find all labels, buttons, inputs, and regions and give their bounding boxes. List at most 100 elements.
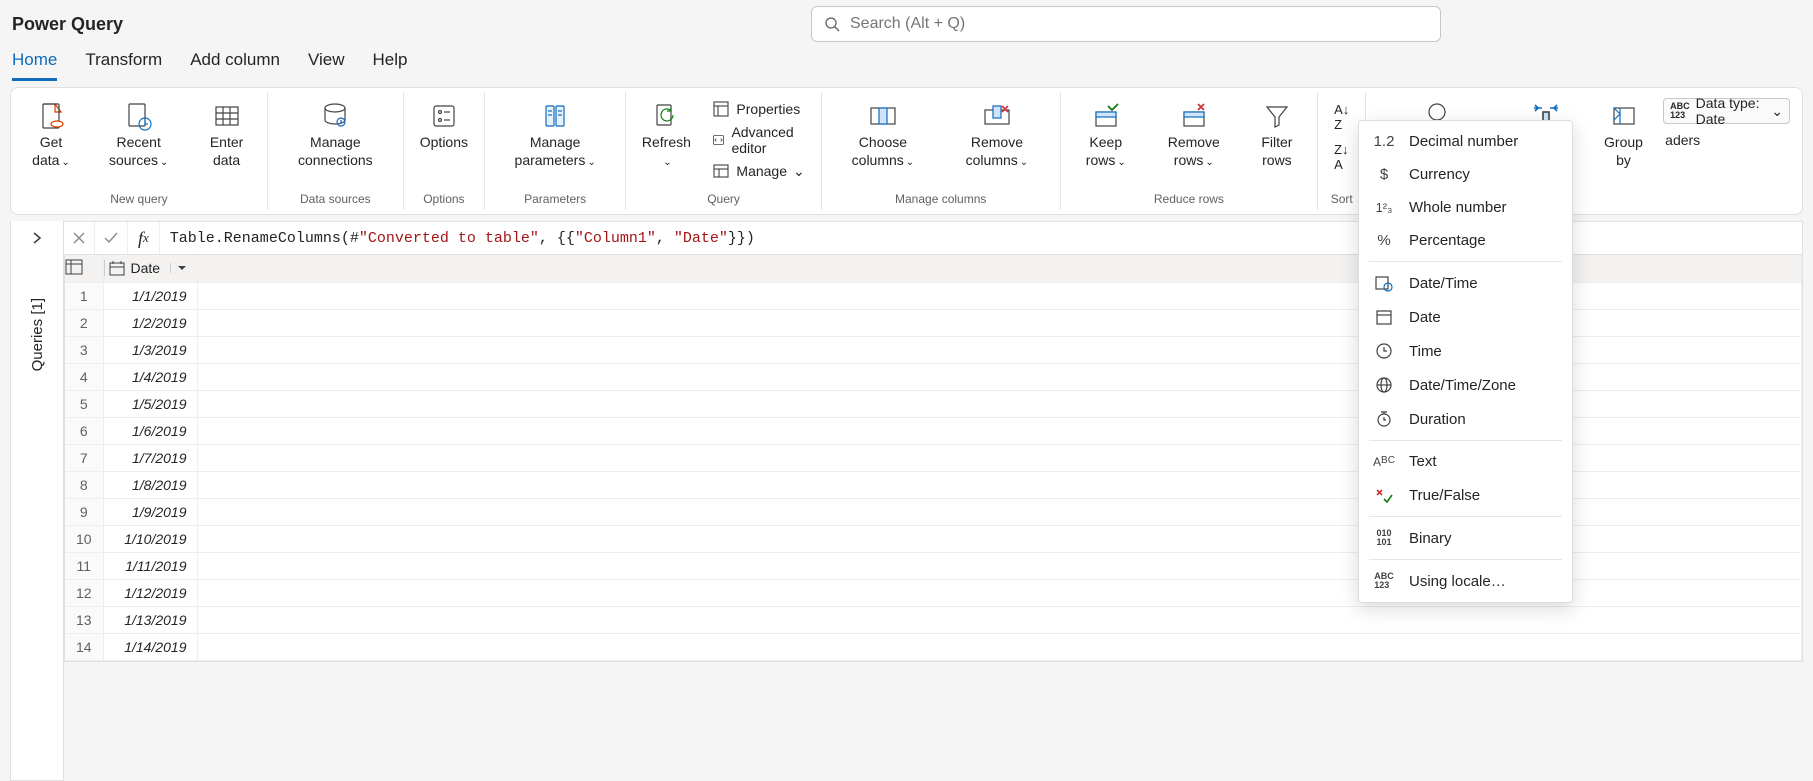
get-data-button[interactable]: Get data⌄	[19, 96, 83, 171]
type-percentage[interactable]: %Percentage	[1359, 224, 1572, 257]
queries-rail: Queries [1]	[10, 221, 64, 781]
manage-parameters-button[interactable]: Manage parameters⌄	[493, 96, 618, 171]
type-duration[interactable]: Duration	[1359, 402, 1572, 436]
type-decimal[interactable]: 1.2Decimal number	[1359, 125, 1572, 158]
keep-rows-icon	[1092, 102, 1120, 130]
sort-desc-button[interactable]: Z↓A	[1332, 140, 1351, 174]
row-index[interactable]: 10	[65, 525, 103, 552]
properties-button[interactable]: Properties	[708, 98, 808, 120]
refresh-button[interactable]: Refresh⌄	[634, 96, 698, 171]
type-currency[interactable]: $Currency	[1359, 158, 1572, 191]
row-index[interactable]: 4	[65, 363, 103, 390]
keep-rows-button[interactable]: Keep rows⌄	[1069, 96, 1143, 171]
tab-add-column[interactable]: Add column	[190, 50, 280, 81]
row-index[interactable]: 2	[65, 309, 103, 336]
filter-rows-label: Filter rows	[1251, 134, 1303, 169]
expand-queries-button[interactable]	[30, 221, 44, 258]
recent-sources-label: Recent sources	[109, 134, 161, 168]
group-parameters-label: Parameters	[524, 190, 586, 208]
cell-date[interactable]: 1/2/2019	[103, 309, 197, 336]
remove-rows-icon	[1180, 102, 1208, 130]
cell-date[interactable]: 1/3/2019	[103, 336, 197, 363]
row-index[interactable]: 9	[65, 498, 103, 525]
type-time[interactable]: Time	[1359, 334, 1572, 368]
row-index[interactable]: 12	[65, 579, 103, 606]
choose-columns-icon	[868, 102, 898, 130]
manage-parameters-label: Manage parameters	[515, 134, 586, 168]
formula-text[interactable]: Table.RenameColumns(#"Converted to table…	[160, 230, 765, 247]
cell-date[interactable]: 1/7/2019	[103, 444, 197, 471]
check-icon	[103, 231, 119, 245]
tab-transform[interactable]: Transform	[85, 50, 162, 81]
choose-columns-button[interactable]: Choose columns⌄	[830, 96, 936, 171]
remove-columns-button[interactable]: Remove columns⌄	[942, 96, 1052, 171]
tab-help[interactable]: Help	[373, 50, 408, 81]
group-new-query-label: New query	[110, 190, 167, 208]
cell-date[interactable]: 1/8/2019	[103, 471, 197, 498]
recent-sources-button[interactable]: Recent sources⌄	[89, 96, 188, 171]
row-index[interactable]: 3	[65, 336, 103, 363]
cancel-formula-button[interactable]	[64, 222, 95, 254]
manage-connections-button[interactable]: Manage connections	[276, 96, 395, 171]
row-index[interactable]: 11	[65, 552, 103, 579]
cell-date[interactable]: 1/5/2019	[103, 390, 197, 417]
group-by-button[interactable]: Group by	[1594, 96, 1653, 171]
row-index[interactable]: 7	[65, 444, 103, 471]
row-index[interactable]: 14	[65, 633, 103, 660]
get-data-label: Get data	[32, 134, 62, 168]
sort-asc-button[interactable]: A↓Z	[1332, 100, 1351, 134]
search-icon	[824, 16, 840, 32]
row-index[interactable]: 6	[65, 417, 103, 444]
globe-icon	[1373, 376, 1395, 394]
table-row[interactable]: 131/13/2019	[65, 606, 1802, 633]
corner-cell[interactable]	[65, 255, 103, 282]
remove-columns-label: Remove columns	[966, 134, 1023, 168]
cell-date[interactable]: 1/4/2019	[103, 363, 197, 390]
data-type-dropdown[interactable]: ABC123 Data type: Date ⌄	[1663, 98, 1790, 124]
text-icon: ABC	[1373, 455, 1395, 469]
advanced-editor-button[interactable]: Advanced editor	[708, 122, 808, 158]
cell-date[interactable]: 1/6/2019	[103, 417, 197, 444]
cell-date[interactable]: 1/14/2019	[103, 633, 197, 660]
commit-formula-button[interactable]	[95, 222, 128, 254]
type-dtz[interactable]: Date/Time/Zone	[1359, 368, 1572, 402]
tab-view[interactable]: View	[308, 50, 345, 81]
group-reduce-rows-label: Reduce rows	[1154, 190, 1224, 208]
type-date[interactable]: Date	[1359, 300, 1572, 334]
row-index[interactable]: 5	[65, 390, 103, 417]
manage-query-button[interactable]: Manage⌄	[708, 160, 808, 182]
search-box[interactable]	[811, 6, 1441, 42]
type-whole[interactable]: 1²₃Whole number	[1359, 191, 1572, 224]
tab-home[interactable]: Home	[12, 50, 57, 81]
row-index[interactable]: 8	[65, 471, 103, 498]
row-index[interactable]: 1	[65, 282, 103, 309]
table-row[interactable]: 141/14/2019	[65, 633, 1802, 660]
group-data-sources-label: Data sources	[300, 190, 371, 208]
options-button[interactable]: Options	[412, 96, 476, 154]
datetime-icon	[1373, 274, 1395, 292]
type-text[interactable]: ABCText	[1359, 445, 1572, 478]
cell-date[interactable]: 1/9/2019	[103, 498, 197, 525]
cell-date[interactable]: 1/13/2019	[103, 606, 197, 633]
column-header-date[interactable]: Date	[104, 260, 197, 276]
type-binary[interactable]: 010101Binary	[1359, 521, 1572, 555]
cell-date[interactable]: 1/11/2019	[103, 552, 197, 579]
cell-date[interactable]: 1/12/2019	[103, 579, 197, 606]
filter-rows-button[interactable]: Filter rows	[1245, 96, 1309, 171]
type-locale[interactable]: ABC123Using locale…	[1359, 564, 1572, 598]
caret-down-icon	[177, 263, 187, 273]
type-truefalse[interactable]: True/False	[1359, 478, 1572, 512]
column-filter-button[interactable]	[170, 263, 193, 273]
recent-icon	[123, 100, 155, 132]
cell-date[interactable]: 1/10/2019	[103, 525, 197, 552]
cell-date[interactable]: 1/1/2019	[103, 282, 197, 309]
enter-data-button[interactable]: Enter data	[194, 96, 258, 171]
search-input[interactable]	[850, 15, 1428, 33]
type-datetime[interactable]: Date/Time	[1359, 266, 1572, 300]
filter-icon	[1264, 102, 1290, 130]
group-sort-label: Sort	[1331, 190, 1353, 208]
row-index[interactable]: 13	[65, 606, 103, 633]
remove-rows-button[interactable]: Remove rows⌄	[1149, 96, 1239, 171]
app-title: Power Query	[12, 14, 123, 35]
first-row-headers-partial[interactable]: aders	[1663, 128, 1790, 152]
